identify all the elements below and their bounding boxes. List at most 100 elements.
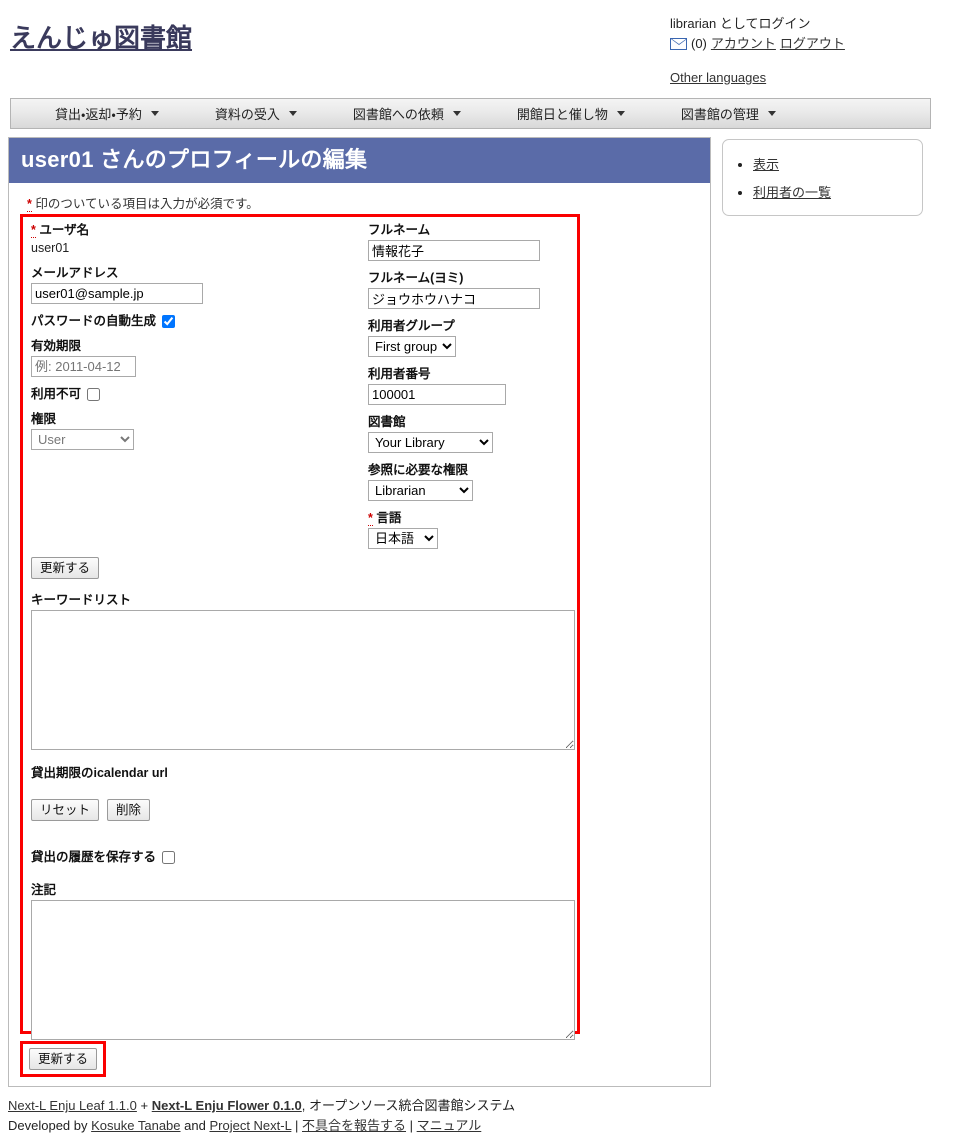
library-select[interactable]: Your Library <box>368 432 493 453</box>
field-role: 権限 User <box>31 411 361 450</box>
required-asterisk: * <box>31 223 36 238</box>
sidebar-item-show[interactable]: 表示 <box>753 154 914 173</box>
reset-button[interactable]: リセット <box>31 799 100 821</box>
other-languages-link[interactable]: Other languages <box>670 70 766 85</box>
user-session-box: librarian としてログイン (0) アカウント ログアウト <box>670 14 950 53</box>
site-title-link[interactable]: えんじゅ図書館 <box>10 18 192 55</box>
chevron-down-icon <box>150 111 159 116</box>
footer-tagline: , オープンソース統合図書館システム <box>301 1098 516 1113</box>
update-button-bottom[interactable]: 更新する <box>29 1048 98 1070</box>
required-asterisk: * <box>368 511 373 526</box>
chevron-down-icon <box>616 111 625 116</box>
footer-line-2: Developed by Kosuke Tanabe and Project N… <box>8 1116 948 1136</box>
field-keyword-list: キーワードリスト <box>31 592 575 753</box>
footer-separator: | <box>409 1118 414 1133</box>
sidebar-item-label[interactable]: 表示 <box>753 157 779 172</box>
locale-select[interactable]: 日本語 <box>368 528 438 549</box>
manual-link[interactable]: マニュアル <box>417 1118 482 1133</box>
footer-plus: + <box>140 1098 149 1113</box>
required-asterisk: * <box>27 197 32 212</box>
email-field[interactable] <box>31 283 203 304</box>
developed-by-text: Developed by <box>8 1118 88 1133</box>
logout-link[interactable]: ログアウト <box>780 34 845 53</box>
sidebar-item-label[interactable]: 利用者の一覧 <box>753 185 831 200</box>
username-label-text: ユーザ名 <box>39 223 90 237</box>
user-group-select[interactable]: First group <box>368 336 456 357</box>
chevron-down-icon <box>288 111 297 116</box>
delete-button[interactable]: 削除 <box>107 799 151 821</box>
user-group-label: 利用者グループ <box>368 319 455 333</box>
nav-item-label: 図書館への依頼 <box>352 107 444 122</box>
footer-separator: | <box>294 1118 299 1133</box>
page-title: user01 さんのプロフィールの編集 <box>9 138 710 183</box>
nav-item-events[interactable]: 開館日と催し物 <box>503 104 639 123</box>
expired-at-field[interactable] <box>31 356 136 377</box>
footer-line-1: Next-L Enju Leaf 1.1.0 + Next-L Enju Flo… <box>8 1096 948 1116</box>
role-select[interactable]: User <box>31 429 134 450</box>
field-library: 図書館 Your Library <box>368 414 568 453</box>
icalendar-buttons: リセット 削除 <box>31 799 168 821</box>
username-value: user01 <box>31 241 70 255</box>
project-link[interactable]: Project Next-L <box>209 1118 291 1133</box>
field-full-name: フルネーム <box>368 222 568 261</box>
keyword-list-textarea[interactable] <box>31 610 575 750</box>
note-label: 注記 <box>31 883 57 897</box>
full-name-transcription-label: フルネーム(ヨミ) <box>368 271 464 285</box>
nav-item-requests[interactable]: 図書館への依頼 <box>339 104 475 123</box>
user-number-field[interactable] <box>368 384 506 405</box>
enju-flower-link[interactable]: Next-L Enju Flower 0.1.0 <box>152 1098 302 1113</box>
field-full-name-transcription: フルネーム(ヨミ) <box>368 270 568 309</box>
message-count: (0) <box>691 36 707 51</box>
account-link[interactable]: アカウント <box>711 34 776 53</box>
auto-generate-password-checkbox[interactable] <box>162 314 176 328</box>
enju-leaf-link[interactable]: Next-L Enju Leaf 1.1.0 <box>8 1098 137 1113</box>
form-column-right: フルネーム フルネーム(ヨミ) 利用者グループ First group 利用者番… <box>368 222 568 558</box>
report-bug-link[interactable]: 不具合を報告する <box>302 1118 406 1133</box>
nav-item-label: 貸出・返却・予約 <box>55 107 142 122</box>
form-column-left: * ユーザ名 user01 メールアドレス パスワードの自動生成 <box>31 222 361 459</box>
nav-item-label: 資料の受入 <box>214 107 280 122</box>
main-navigation: 貸出・返却・予約 資料の受入 図書館への依頼 開館日と催し物 図書館の管理 <box>10 98 931 129</box>
author-link[interactable]: Kosuke Tanabe <box>91 1118 180 1133</box>
required-role-select[interactable]: Librarian <box>368 480 473 501</box>
field-expired-at: 有効期限 <box>31 338 361 377</box>
chevron-down-icon <box>452 111 461 116</box>
chevron-down-icon <box>767 111 776 116</box>
save-checkout-history-checkbox[interactable] <box>162 850 176 864</box>
field-email: メールアドレス <box>31 265 361 304</box>
main-content-panel: user01 さんのプロフィールの編集 * 印のついている項目は入力が必須です。… <box>8 137 711 1087</box>
field-user-number: 利用者番号 <box>368 366 568 405</box>
mail-icon[interactable] <box>670 37 687 50</box>
nav-item-label: 図書館の管理 <box>680 107 759 122</box>
form-columns: * ユーザ名 user01 メールアドレス パスワードの自動生成 <box>23 217 577 549</box>
field-locked: 利用不可 <box>31 386 361 402</box>
locked-label: 利用不可 <box>31 387 82 401</box>
form-highlight-box: * ユーザ名 user01 メールアドレス パスワードの自動生成 <box>20 214 580 1040</box>
required-note-text: 印のついている項目は入力が必須です。 <box>35 197 259 211</box>
email-label: メールアドレス <box>31 266 119 280</box>
sidebar-item-user-list[interactable]: 利用者の一覧 <box>753 182 914 201</box>
other-languages: Other languages <box>670 70 766 85</box>
page-header: えんじゅ図書館 librarian としてログイン (0) アカウント ログアウ… <box>0 0 959 96</box>
nav-item-acquisition[interactable]: 資料の受入 <box>201 104 311 123</box>
required-role-label: 参照に必要な権限 <box>368 463 469 477</box>
field-locale: * 言語 日本語 <box>368 510 568 549</box>
note-textarea[interactable] <box>31 900 575 1040</box>
auto-generate-password-label: パスワードの自動生成 <box>31 314 157 328</box>
update-button-top[interactable]: 更新する <box>31 557 100 579</box>
nav-item-label: 開館日と催し物 <box>516 107 608 122</box>
username-label: * ユーザ名 <box>31 222 361 238</box>
field-username: * ユーザ名 user01 <box>31 222 361 256</box>
full-name-transcription-field[interactable] <box>368 288 540 309</box>
full-name-label: フルネーム <box>368 223 431 237</box>
footer-and: and <box>184 1118 206 1133</box>
full-name-field[interactable] <box>368 240 540 261</box>
required-fields-note: * 印のついている項目は入力が必須です。 <box>9 183 710 212</box>
context-sidebar: 表示 利用者の一覧 <box>722 139 923 216</box>
nav-item-administration[interactable]: 図書館の管理 <box>667 104 790 123</box>
field-note: 注記 <box>31 882 575 1043</box>
nav-item-circulation[interactable]: 貸出・返却・予約 <box>41 104 173 123</box>
icalendar-url-label: 貸出期限のicalendar url <box>31 766 168 780</box>
locked-checkbox[interactable] <box>87 387 101 401</box>
save-checkout-history-label: 貸出の履歴を保存する <box>31 850 157 864</box>
